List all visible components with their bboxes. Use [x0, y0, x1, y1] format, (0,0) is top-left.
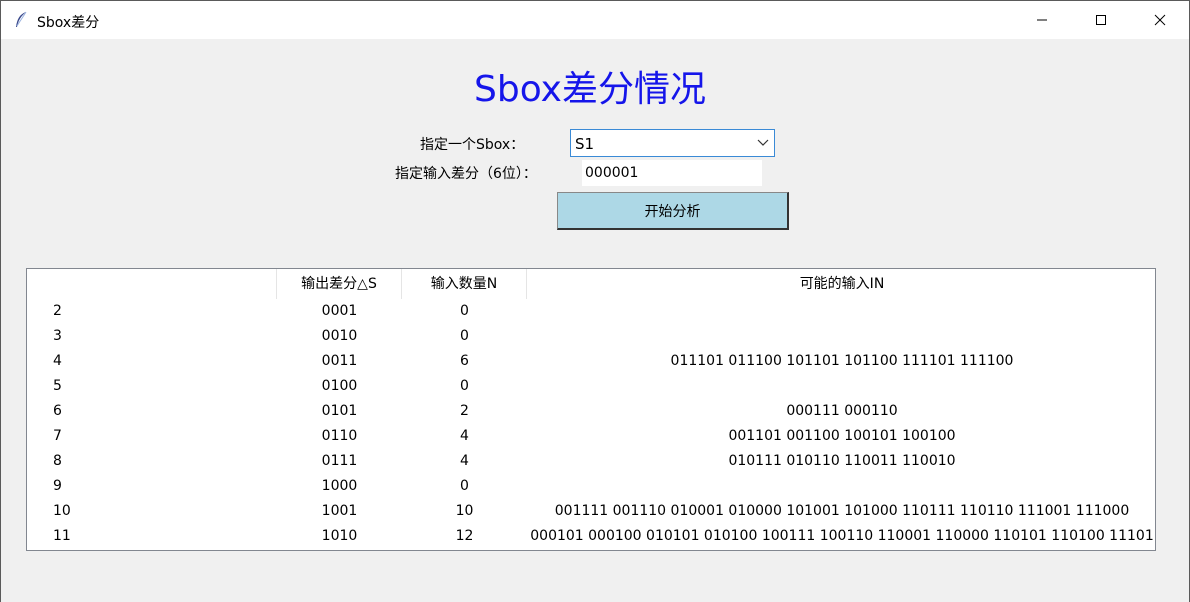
results-table[interactable]: 输出差分△S 输入数量N 可能的输入IN 2 0001 0 3 0010 0 4…	[26, 268, 1156, 551]
row-index: 10	[53, 503, 71, 519]
output-diff-cell: 0010	[321, 328, 358, 344]
row-index: 9	[53, 478, 62, 494]
output-diff-cell: 0110	[321, 428, 358, 444]
output-diff-cell: 0101	[321, 403, 358, 419]
input-diff-field[interactable]	[582, 160, 762, 186]
possible-inputs-cell: 010111 010110 110011 110010	[728, 453, 956, 469]
possible-inputs-cell: 000101 000100 010101 010100 100111 10011…	[530, 528, 1154, 544]
title-bar: Sbox差分	[0, 0, 1190, 39]
input-count-cell: 0	[460, 478, 469, 494]
column-header-input-count[interactable]: 输入数量N	[402, 269, 527, 299]
table-row[interactable]: 9 1000 0	[27, 474, 1155, 499]
sbox-label: 指定一个Sbox：	[420, 137, 525, 153]
output-diff-cell: 0100	[321, 378, 358, 394]
output-diff-cell: 1000	[321, 478, 358, 494]
close-button[interactable]	[1137, 1, 1183, 39]
row-index: 3	[53, 328, 62, 344]
possible-inputs-cell: 000111 000110	[786, 403, 898, 419]
table-row[interactable]: 3 0010 0	[27, 324, 1155, 349]
input-count-cell: 4	[460, 428, 469, 444]
row-index: 2	[53, 303, 62, 319]
column-header-output-diff[interactable]: 输出差分△S	[277, 269, 402, 299]
row-index: 5	[53, 378, 62, 394]
row-index: 11	[53, 528, 71, 544]
column-header-index[interactable]	[27, 269, 277, 299]
sbox-select[interactable]: S1	[570, 129, 775, 157]
table-row[interactable]: 2 0001 0	[27, 299, 1155, 324]
output-diff-cell: 0111	[321, 453, 358, 469]
input-count-cell: 10	[455, 503, 474, 519]
possible-inputs-cell	[527, 299, 1155, 324]
possible-inputs-cell: 001111 001110 010001 010000 101001 10100…	[554, 503, 1130, 519]
feather-icon	[16, 11, 27, 27]
row-index: 4	[53, 353, 62, 369]
column-header-possible-inputs[interactable]: 可能的输入IN	[527, 269, 1155, 299]
table-header: 输出差分△S 输入数量N 可能的输入IN	[27, 269, 1155, 299]
row-index: 6	[53, 403, 62, 419]
table-row[interactable]: 4 0011 6 011101 011100 101101 101100 111…	[27, 349, 1155, 374]
window-title: Sbox差分	[37, 15, 100, 31]
minimize-button[interactable]	[1019, 1, 1065, 39]
table-body: 2 0001 0 3 0010 0 4 0011 6 011101 011100…	[27, 299, 1155, 549]
input-diff-label: 指定输入差分（6位）：	[395, 166, 537, 182]
input-count-cell: 2	[460, 403, 469, 419]
close-icon	[1154, 14, 1166, 26]
possible-inputs-cell: 001101 001100 100101 100100	[728, 428, 956, 444]
input-count-cell: 4	[460, 453, 469, 469]
table-row[interactable]: 11 1010 12 000101 000100 010101 010100 1…	[27, 524, 1155, 549]
possible-inputs-cell	[527, 324, 1155, 349]
output-diff-cell: 1001	[321, 503, 358, 519]
row-index: 8	[53, 453, 62, 469]
sbox-select-value: S1	[575, 135, 595, 153]
output-diff-cell: 1010	[321, 528, 358, 544]
minimize-icon	[1037, 19, 1047, 21]
input-count-cell: 12	[455, 528, 474, 544]
table-row[interactable]: 10 1001 10 001111 001110 010001 010000 1…	[27, 499, 1155, 524]
input-count-cell: 0	[460, 303, 469, 319]
possible-inputs-cell	[527, 374, 1155, 399]
row-index: 7	[53, 428, 62, 444]
table-row[interactable]: 8 0111 4 010111 010110 110011 110010	[27, 449, 1155, 474]
table-row[interactable]: 6 0101 2 000111 000110	[27, 399, 1155, 424]
input-count-cell: 6	[460, 353, 469, 369]
maximize-button[interactable]	[1078, 1, 1124, 39]
page-heading: Sbox差分情况	[474, 69, 706, 110]
table-row[interactable]: 5 0100 0	[27, 374, 1155, 399]
output-diff-cell: 0001	[321, 303, 358, 319]
output-diff-cell: 0011	[321, 353, 358, 369]
possible-inputs-cell: 011101 011100 101101 101100 111101 11110…	[670, 353, 1014, 369]
input-count-cell: 0	[460, 378, 469, 394]
start-analysis-button[interactable]: 开始分析	[557, 192, 789, 230]
input-count-cell: 0	[460, 328, 469, 344]
possible-inputs-cell	[527, 474, 1155, 499]
chevron-down-icon[interactable]	[757, 138, 769, 148]
maximize-icon	[1096, 15, 1106, 25]
table-row[interactable]: 7 0110 4 001101 001100 100101 100100	[27, 424, 1155, 449]
